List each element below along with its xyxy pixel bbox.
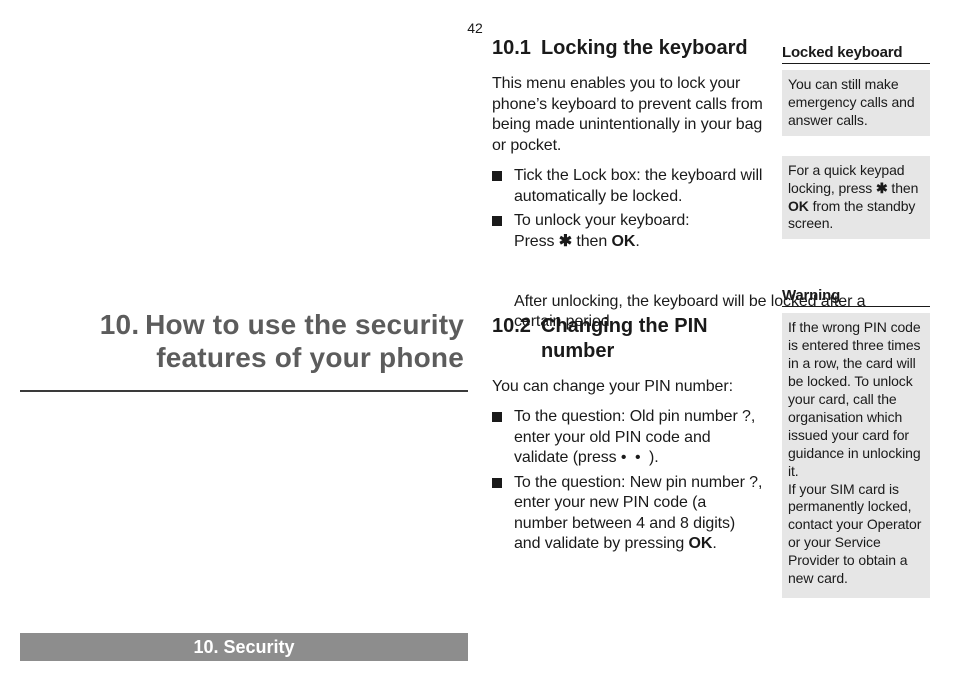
text-fragment: To the question: New pin number ?, enter… bbox=[514, 474, 762, 552]
list-item: To the question: Old pin number ?, enter… bbox=[492, 407, 764, 468]
left-column: 10. How to use the security features of … bbox=[0, 0, 480, 677]
text-fragment: Press bbox=[514, 233, 559, 250]
star-icon: ✱ bbox=[559, 233, 572, 250]
text-fragment: then bbox=[888, 180, 919, 196]
chapter-title-line1: 10. How to use the security bbox=[100, 309, 464, 340]
ok-label: OK bbox=[612, 233, 636, 250]
dots-icon: • • bbox=[621, 449, 649, 466]
text-fragment: . bbox=[635, 233, 639, 250]
list-item: To the question: New pin number ?, enter… bbox=[492, 473, 764, 555]
list-item-text: Tick the Lock box: the keyboard will aut… bbox=[514, 167, 762, 204]
breadcrumb-label: 10. Security bbox=[193, 637, 294, 658]
sidebar-box: For a quick keypad locking, press ✱ then… bbox=[782, 156, 930, 240]
list-item-line: Press ✱ then OK. bbox=[514, 232, 764, 252]
sidebar-box: You can still make emergency calls and a… bbox=[782, 70, 930, 136]
chapter-title-line2: features of your phone bbox=[156, 342, 464, 373]
section-10-1-intro: This menu enables you to lock your phone… bbox=[492, 74, 764, 156]
sidebar-heading-warning: Warning bbox=[782, 287, 930, 307]
section-10-1-list: Tick the Lock box: the keyboard will aut… bbox=[492, 166, 764, 252]
text-fragment: ). bbox=[649, 449, 659, 466]
ok-label: OK bbox=[788, 198, 809, 214]
sidebar-paragraph: If the wrong PIN code is entered three t… bbox=[788, 319, 924, 480]
chapter-title: 10. How to use the security features of … bbox=[20, 308, 464, 374]
chapter-rule bbox=[20, 390, 468, 392]
sidebar: Locked keyboard You can still make emerg… bbox=[782, 44, 930, 598]
section-10-2-list: To the question: Old pin number ?, enter… bbox=[492, 407, 764, 554]
text-fragment: then bbox=[572, 233, 611, 250]
ok-label: OK bbox=[689, 535, 713, 552]
sidebar-box: If the wrong PIN code is entered three t… bbox=[782, 313, 930, 598]
sidebar-heading-locked-keyboard: Locked keyboard bbox=[782, 44, 930, 64]
sidebar-paragraph: If your SIM card is permanently locked, … bbox=[788, 481, 924, 588]
breadcrumb-bar: 10. Security bbox=[20, 633, 468, 661]
section-heading-10-1: 10.1 Locking the keyboard bbox=[492, 36, 764, 60]
text-fragment: . bbox=[712, 535, 716, 552]
section-title: Locking the keyboard bbox=[541, 36, 764, 60]
manual-page: 42 10. How to use the security features … bbox=[0, 0, 954, 677]
section-number: 10.1 bbox=[492, 36, 531, 60]
list-item-line: To unlock your keyboard: bbox=[514, 211, 764, 231]
star-icon: ✱ bbox=[876, 180, 888, 196]
list-item: To unlock your keyboard: Press ✱ then OK… bbox=[492, 211, 764, 252]
list-item: Tick the Lock box: the keyboard will aut… bbox=[492, 166, 764, 207]
section-10-2-intro: You can change your PIN number: bbox=[492, 377, 764, 397]
